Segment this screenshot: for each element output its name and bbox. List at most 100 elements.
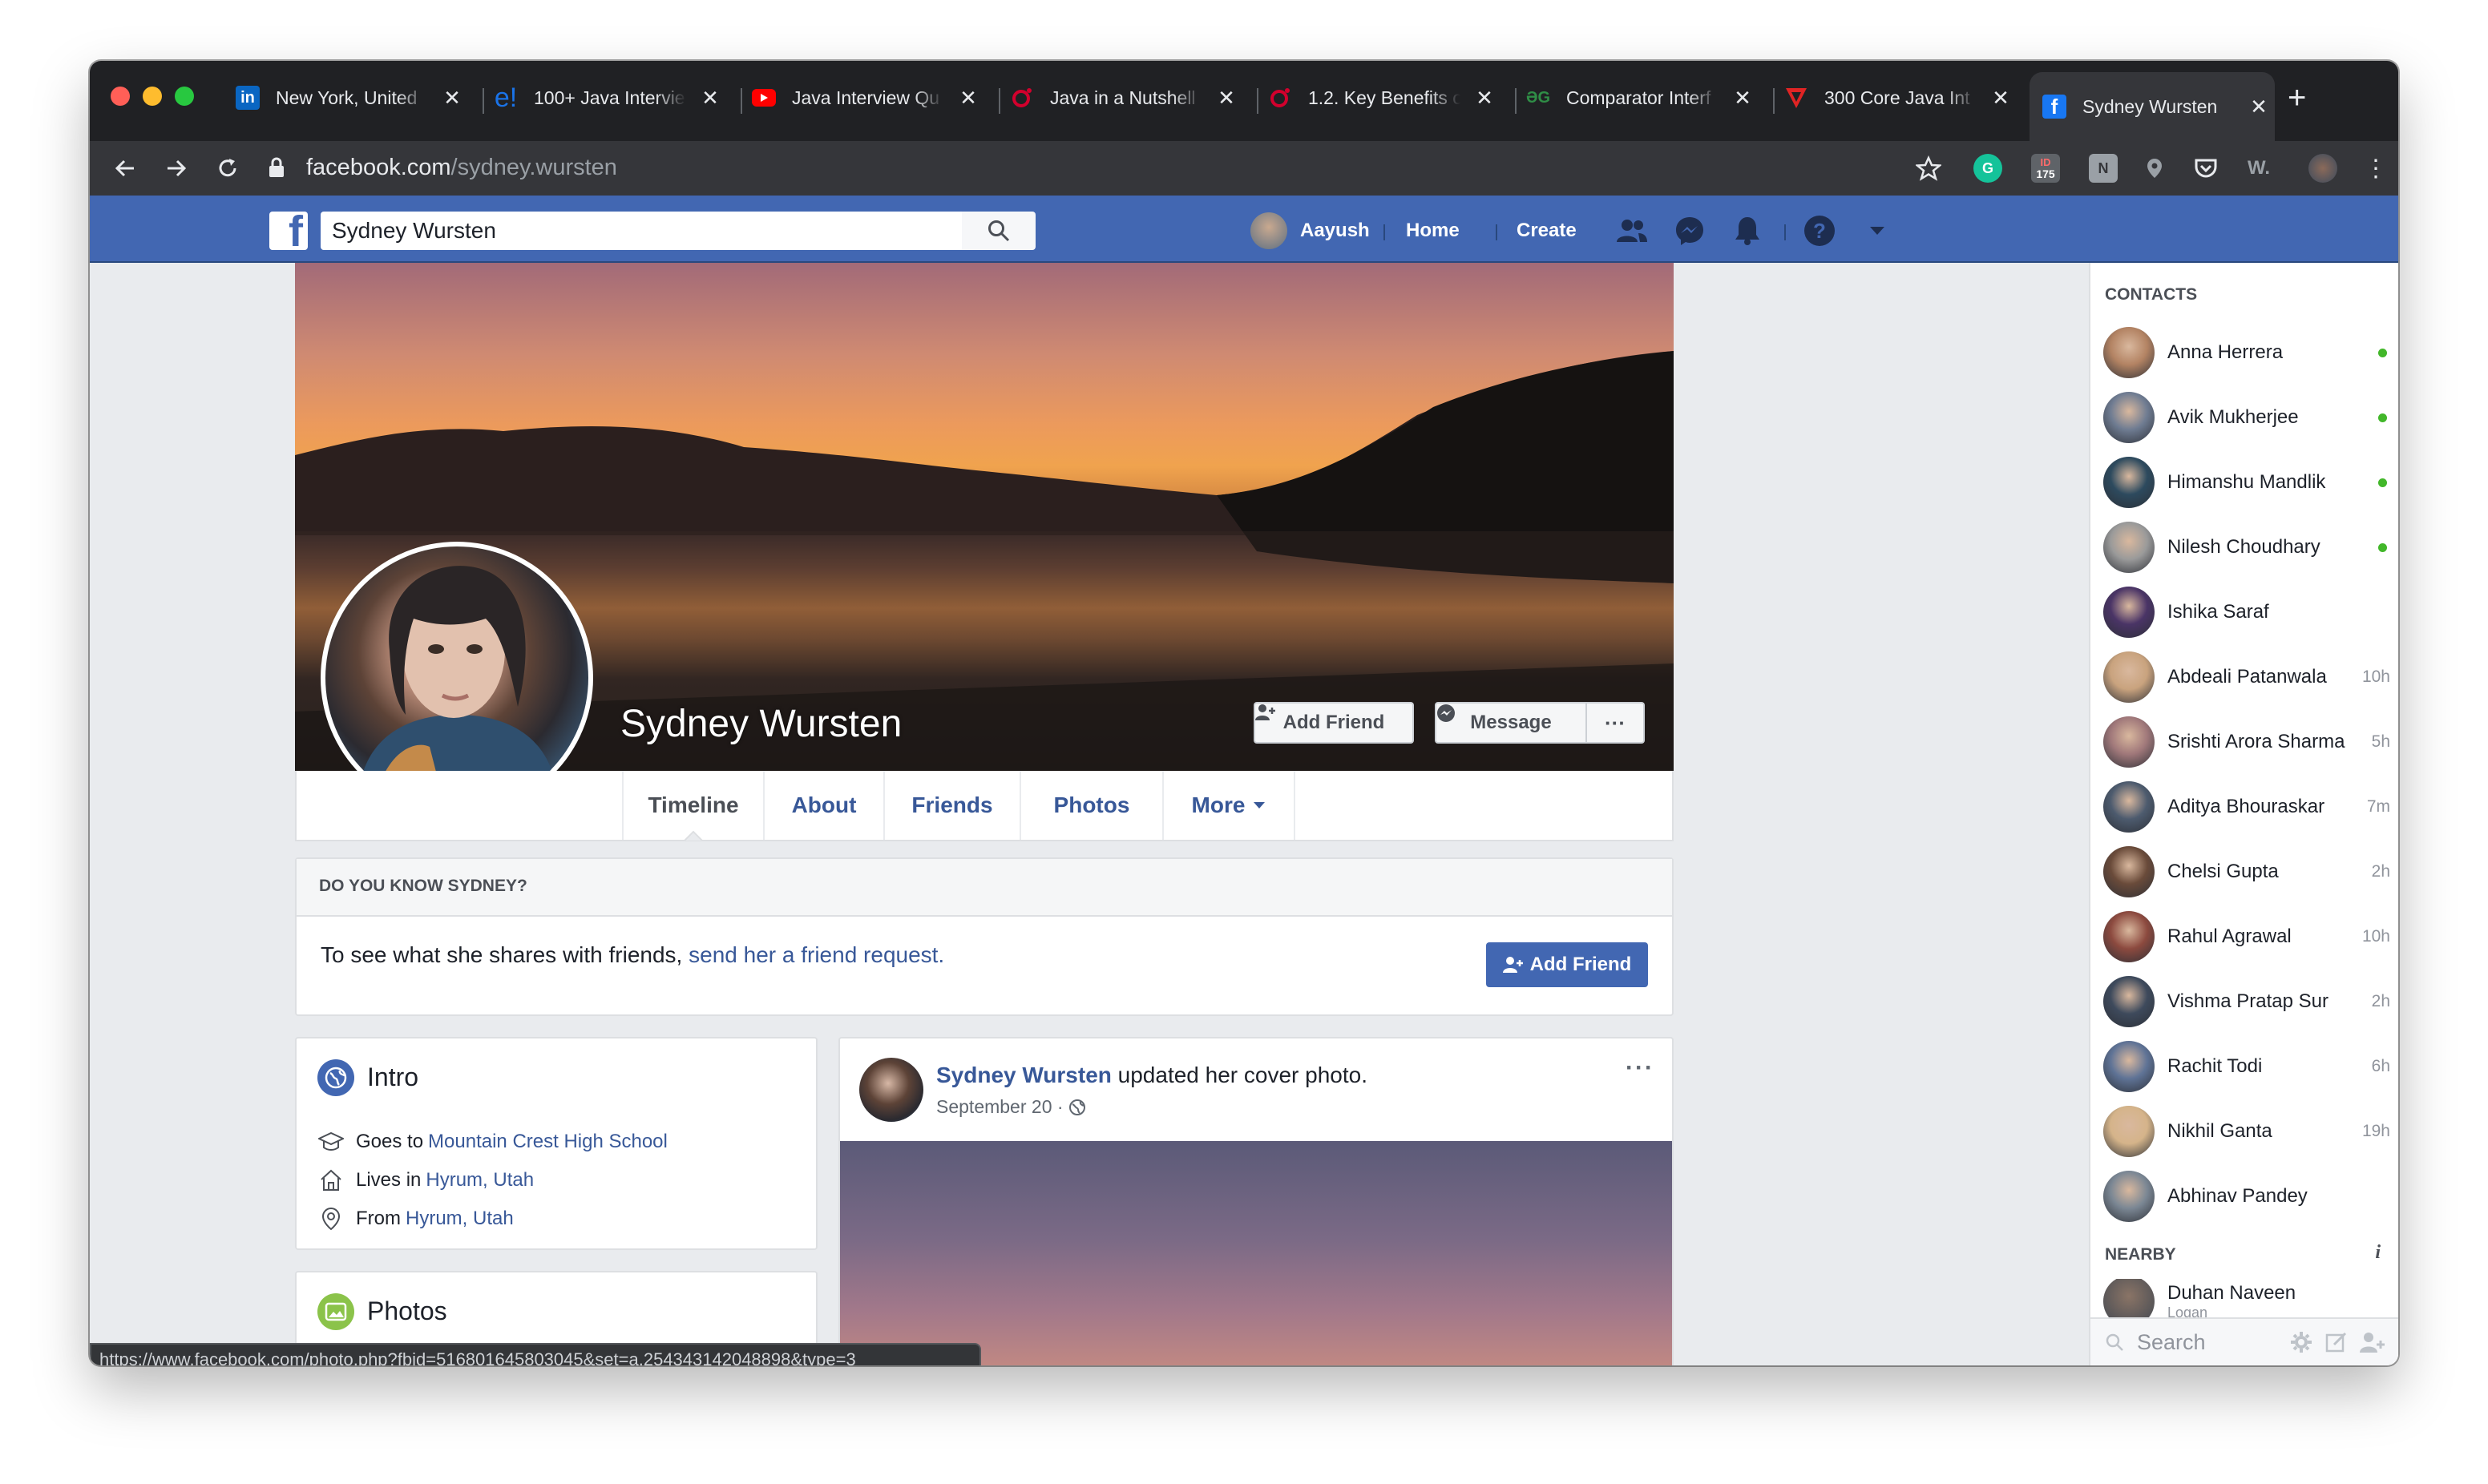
message-button[interactable]: Message (1435, 702, 1587, 744)
tab-about[interactable]: About (765, 771, 885, 840)
facebook-search-input[interactable]: Sydney Wursten (321, 212, 978, 250)
tab-title: Java in a Nutshell (1050, 87, 1196, 108)
tab-title: 300 Core Java Int (1824, 87, 1970, 108)
facebook-logo-icon[interactable]: f (269, 212, 308, 250)
tab-more[interactable]: More (1164, 771, 1295, 840)
intro-prefix: Goes to (356, 1131, 424, 1152)
new-tab-button[interactable]: + (2288, 82, 2306, 114)
messenger-icon[interactable] (1674, 215, 1706, 247)
friend-requests-icon[interactable] (1616, 215, 1648, 247)
intro-prefix: From (356, 1208, 401, 1229)
browser-tab[interactable]: ƏG Comparator Interf ✕ (1526, 77, 1752, 119)
contact-item[interactable]: Aditya Bhouraskar 7m (2103, 778, 2390, 836)
post-date[interactable]: September 20 · (936, 1096, 1064, 1118)
contact-item[interactable]: Vishma Pratap Sur 2h (2103, 973, 2390, 1030)
compose-icon[interactable] (2324, 1330, 2349, 1354)
extension-badge-icon[interactable]: ID 175 (2031, 154, 2060, 183)
contact-item[interactable]: Abhinav Pandey (2103, 1167, 2390, 1225)
contact-item[interactable]: Rahul Agrawal 10h (2103, 908, 2390, 966)
reload-icon[interactable] (208, 149, 247, 188)
gear-icon[interactable] (2289, 1330, 2313, 1354)
tab-photos[interactable]: Photos (1021, 771, 1164, 840)
contact-item[interactable]: Himanshu Mandlik (2103, 454, 2390, 511)
create-group-icon[interactable] (2360, 1331, 2385, 1353)
contact-avatar (2103, 846, 2155, 897)
browser-tab[interactable]: 1.2. Key Benefits o ✕ (1268, 77, 1494, 119)
profile-tabs: Timeline About Friends Photos More (295, 771, 1674, 841)
send-friend-request-link[interactable]: send her a friend request. (689, 942, 944, 967)
wordtune-icon[interactable]: W. (2244, 154, 2273, 183)
lives-in-link[interactable]: Hyrum, Utah (426, 1169, 534, 1192)
browser-tab[interactable]: Java Interview Qu ✕ (752, 77, 978, 119)
nav-profile-link[interactable]: Aayush (1250, 212, 1370, 250)
intro-lives-in: Lives in Hyrum, Utah (317, 1168, 534, 1192)
forward-icon[interactable] (157, 149, 196, 188)
bookmark-star-icon[interactable] (1909, 149, 1948, 188)
hometown-link[interactable]: Hyrum, Utah (406, 1208, 514, 1230)
cover-update-post: Sydney Wursten updated her cover photo. … (838, 1037, 1674, 1365)
contact-item[interactable]: Rachit Todi 6h (2103, 1038, 2390, 1095)
contact-item[interactable]: Nilesh Choudhary (2103, 518, 2390, 576)
pocket-icon[interactable] (2191, 154, 2220, 183)
menu-kebab-icon[interactable]: ⋮ (2357, 149, 2395, 188)
school-link[interactable]: Mountain Crest High School (428, 1131, 668, 1153)
contact-name: Himanshu Mandlik (2167, 471, 2326, 493)
close-icon[interactable]: ✕ (1475, 86, 1494, 111)
tab-friends[interactable]: Friends (885, 771, 1021, 840)
close-icon[interactable]: ✕ (442, 86, 462, 111)
window-maximize-button[interactable] (175, 87, 194, 106)
contact-item[interactable]: Ishika Saraf (2103, 583, 2390, 641)
chat-search-input[interactable]: Search (2137, 1330, 2289, 1355)
contact-item[interactable]: Anna Herrera (2103, 324, 2390, 381)
add-friend-label: Add Friend (1282, 712, 1385, 733)
add-friend-button[interactable]: Add Friend (1254, 702, 1414, 744)
address-bar[interactable]: facebook.com/sydney.wursten (268, 141, 2031, 194)
browser-tab[interactable]: e! 100+ Java Intervie ✕ (494, 77, 720, 119)
contact-item[interactable]: Srishti Arora Sharma 5h (2103, 713, 2390, 771)
nav-home-link[interactable]: Home (1406, 212, 1460, 250)
nav-create-link[interactable]: Create (1517, 212, 1577, 250)
post-author-avatar[interactable] (859, 1058, 923, 1122)
close-icon[interactable]: ✕ (1733, 86, 1752, 111)
search-icon[interactable] (962, 212, 1036, 250)
add-friend-button[interactable]: Add Friend (1486, 942, 1648, 987)
contact-item[interactable]: Nikhil Ganta 19h (2103, 1103, 2390, 1160)
post-author-link[interactable]: Sydney Wursten (936, 1063, 1112, 1087)
profile-more-button[interactable]: ··· (1585, 702, 1645, 744)
contact-avatar (2103, 457, 2155, 508)
post-options-button[interactable]: ··· (1626, 1055, 1654, 1082)
close-icon[interactable]: ✕ (1991, 86, 2010, 111)
contact-last-active: 7m (2366, 797, 2390, 816)
notion-icon[interactable]: N (2089, 154, 2118, 183)
contact-item[interactable]: Chelsi Gupta 2h (2103, 843, 2390, 901)
browser-tab[interactable]: Java in a Nutshell ✕ (1010, 77, 1236, 119)
close-icon[interactable]: ✕ (701, 86, 720, 111)
contact-name: Aditya Bhouraskar (2167, 796, 2325, 817)
contact-name: Rachit Todi (2167, 1055, 2263, 1077)
contact-avatar (2103, 587, 2155, 638)
account-menu-chevron-icon[interactable] (1861, 215, 1893, 247)
close-icon[interactable]: ✕ (2249, 95, 2268, 119)
user-name: Aayush (1300, 220, 1370, 241)
browser-tab[interactable]: 300 Core Java Int ✕ (1784, 77, 2010, 119)
grammarly-icon[interactable]: G (1973, 154, 2002, 183)
contact-item[interactable]: Avik Mukherjee (2103, 389, 2390, 446)
profile-avatar[interactable] (2308, 154, 2337, 183)
post-cover-image[interactable] (840, 1141, 1672, 1365)
close-icon[interactable]: ✕ (959, 86, 978, 111)
back-icon[interactable] (106, 149, 144, 188)
notifications-bell-icon[interactable] (1731, 215, 1763, 247)
browser-tab[interactable]: in New York, United ✕ (236, 77, 462, 119)
window-close-button[interactable] (111, 87, 130, 106)
browser-tab-active[interactable]: f Sydney Wursten ✕ (2030, 72, 2275, 141)
contact-name: Abhinav Pandey (2167, 1185, 2308, 1207)
do-you-know-text: To see what she shares with friends, sen… (321, 942, 944, 968)
info-icon[interactable]: i (2375, 1242, 2381, 1264)
location-icon[interactable] (2140, 154, 2169, 183)
contact-last-active: 2h (2371, 992, 2390, 1010)
photos-title[interactable]: Photos (367, 1296, 447, 1326)
contact-item[interactable]: Abdeali Patanwala 10h (2103, 648, 2390, 706)
window-minimize-button[interactable] (143, 87, 162, 106)
help-icon[interactable]: ? (1803, 215, 1836, 247)
close-icon[interactable]: ✕ (1217, 86, 1236, 111)
